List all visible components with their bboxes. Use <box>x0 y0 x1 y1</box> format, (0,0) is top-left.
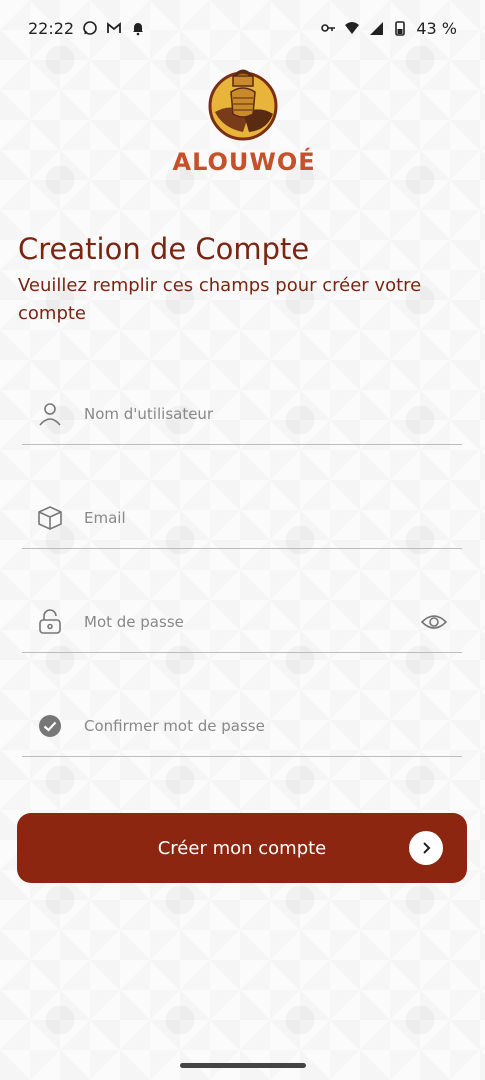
user-icon <box>36 400 64 428</box>
chevron-right-icon <box>409 831 443 865</box>
eye-icon[interactable] <box>420 608 448 636</box>
home-indicator[interactable] <box>180 1063 306 1068</box>
page-title: Creation de Compte <box>18 232 310 266</box>
check-circle-icon <box>36 712 64 740</box>
email-field[interactable]: Email <box>22 488 462 549</box>
username-field[interactable]: Nom d'utilisateur <box>22 384 462 445</box>
lock-icon <box>36 608 64 636</box>
create-account-label: Créer mon compte <box>157 837 327 859</box>
signal-icon <box>370 22 384 35</box>
password-placeholder: Mot de passe <box>84 613 184 631</box>
confirm-password-placeholder: Confirmer mot de passe <box>84 717 265 735</box>
basket-logo-icon <box>208 69 277 141</box>
bell-icon <box>133 23 144 36</box>
brand-name: ALOUWOÉ <box>172 148 316 176</box>
key-icon <box>321 24 336 32</box>
app-logo: ALOUWOÉ <box>172 62 316 176</box>
email-placeholder: Email <box>84 509 126 527</box>
battery-level: 43 % <box>416 18 457 38</box>
confirm-password-field[interactable]: Confirmer mot de passe <box>22 696 462 757</box>
cube-icon <box>36 504 64 532</box>
wifi-icon <box>345 22 360 34</box>
page-subtitle: Veuillez remplir ces champs pour créer v… <box>18 275 422 324</box>
whatsapp-icon <box>83 21 97 35</box>
gmail-icon <box>107 22 122 33</box>
username-placeholder: Nom d'utilisateur <box>84 405 214 423</box>
create-account-button[interactable]: Créer mon compte <box>17 813 467 883</box>
status-bar: 22:22 43 % <box>0 0 485 56</box>
battery-icon <box>395 21 406 36</box>
status-time: 22:22 <box>28 18 75 38</box>
password-field[interactable]: Mot de passe <box>22 592 462 653</box>
